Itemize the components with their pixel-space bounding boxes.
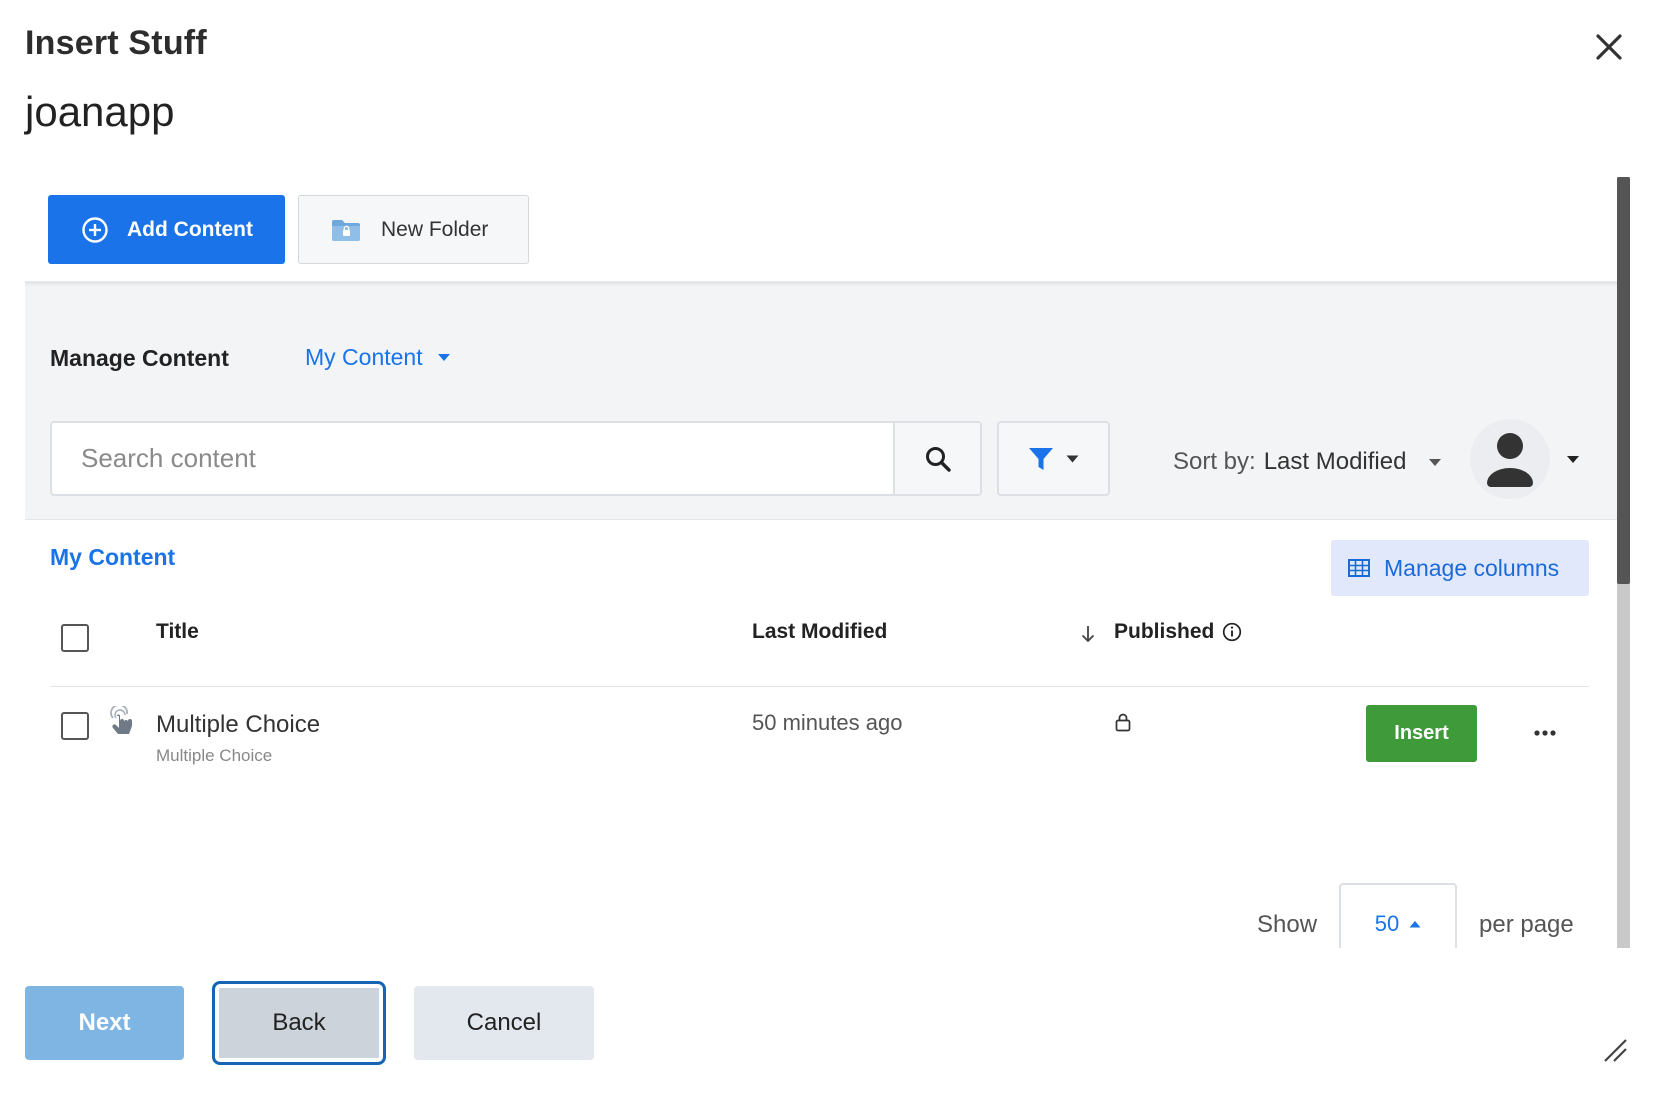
content-list: My Content Manage columns Title Last Mod…: [25, 520, 1617, 948]
sort-dropdown[interactable]: Sort by: Last Modified: [1173, 448, 1442, 476]
plus-circle-icon: [82, 216, 108, 243]
filter-icon: [1029, 447, 1053, 470]
manage-columns-label: Manage columns: [1384, 554, 1560, 581]
list-heading: My Content: [50, 544, 176, 570]
cancel-button[interactable]: Cancel: [414, 986, 594, 1060]
caret-down-icon: [437, 354, 450, 361]
close-icon: [1596, 34, 1622, 60]
column-header-published-label: Published: [1114, 620, 1215, 643]
per-page-value: 50: [1374, 911, 1400, 936]
more-horizontal-icon: [1534, 730, 1556, 736]
row-type: Multiple Choice: [156, 746, 273, 765]
avatar: [1470, 419, 1550, 499]
back-button[interactable]: Back: [212, 981, 386, 1065]
sort-arrow-down-icon: [1081, 626, 1095, 643]
column-header-last-modified[interactable]: Last Modified: [752, 620, 887, 644]
caret-down-icon: [1429, 458, 1442, 466]
info-icon[interactable]: [1222, 622, 1242, 642]
dialog-title: Insert Stuff: [25, 24, 207, 62]
search-icon: [925, 446, 951, 472]
row-checkbox[interactable]: [61, 712, 89, 740]
insert-stuff-dialog: Insert Stuff joanapp Add Content New Fol…: [0, 0, 1657, 1097]
scrollbar-thumb[interactable]: [1617, 177, 1630, 584]
manage-content-label: Manage Content: [50, 345, 229, 371]
sort-value: Last Modified: [1263, 448, 1407, 475]
new-folder-label: New Folder: [381, 217, 489, 241]
touch-choice-icon: [110, 706, 132, 734]
new-folder-button[interactable]: New Folder: [298, 195, 529, 264]
content-filter-value: My Content: [305, 344, 423, 370]
select-all-checkbox[interactable]: [61, 624, 89, 652]
header-divider: [50, 686, 1589, 687]
manage-content-panel: Manage Content My Content Search content…: [25, 281, 1617, 520]
content-filter-dropdown[interactable]: My Content: [305, 344, 451, 371]
search-input[interactable]: [52, 423, 893, 494]
lock-icon: [1115, 713, 1131, 732]
close-button[interactable]: [1592, 30, 1626, 64]
pager-per-page-label: per page: [1479, 911, 1574, 938]
scrollbar[interactable]: [1617, 177, 1630, 948]
caret-down-icon: [1567, 455, 1579, 463]
caret-up-icon: [1409, 921, 1421, 928]
search-box: [50, 421, 982, 496]
per-page-select[interactable]: 50: [1339, 883, 1457, 948]
filter-button[interactable]: [997, 421, 1110, 496]
caret-down-icon: [1066, 455, 1079, 462]
insert-button[interactable]: Insert: [1366, 705, 1477, 762]
more-options-button[interactable]: [1530, 718, 1560, 748]
app-name: joanapp: [25, 88, 175, 135]
sort-prefix: Sort by:: [1173, 448, 1256, 475]
table-icon: [1348, 559, 1370, 577]
manage-columns-button[interactable]: Manage columns: [1331, 540, 1589, 596]
add-content-button[interactable]: Add Content: [48, 195, 285, 264]
row-title[interactable]: Multiple Choice: [156, 711, 320, 739]
resize-grip-icon[interactable]: [1602, 1037, 1628, 1063]
folder-lock-icon: [332, 219, 360, 241]
next-button[interactable]: Next: [25, 986, 184, 1060]
column-header-title[interactable]: Title: [156, 620, 199, 644]
user-icon: [1487, 433, 1533, 487]
add-content-label: Add Content: [127, 217, 253, 241]
content-frame: Add Content New Folder Manage Content My…: [25, 177, 1617, 948]
column-header-published[interactable]: Published: [1114, 620, 1242, 644]
user-menu[interactable]: [1470, 419, 1580, 499]
search-button[interactable]: [893, 423, 980, 494]
pager-show-label: Show: [1257, 911, 1318, 938]
row-last-modified: 50 minutes ago: [752, 710, 903, 735]
top-actions: Add Content New Folder: [25, 177, 1617, 281]
